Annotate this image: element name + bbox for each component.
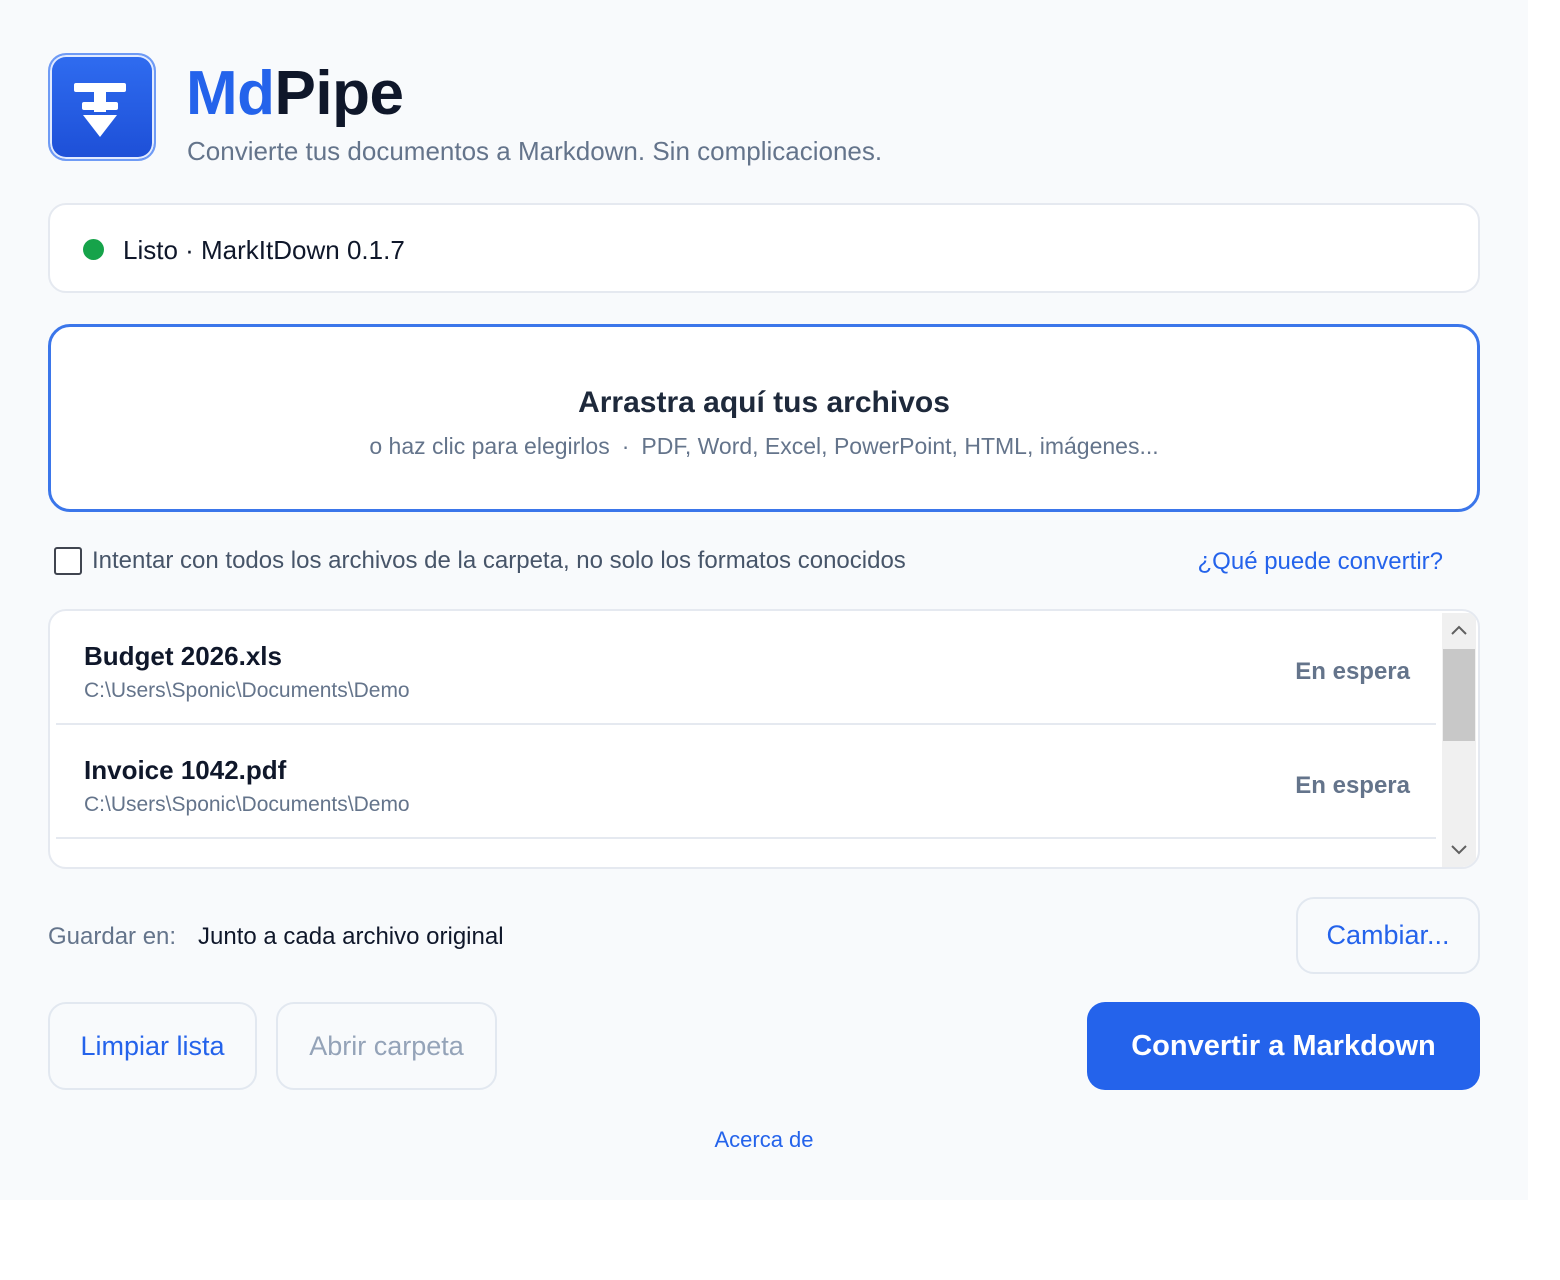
app-subtitle: Convierte tus documentos a Markdown. Sin… — [187, 136, 883, 166]
drop-zone-formats: PDF, Word, Excel, PowerPoint, HTML, imág… — [641, 433, 1159, 459]
scrollbar-thumb[interactable] — [1443, 649, 1475, 741]
status-indicator-dot — [83, 239, 104, 260]
app-logo — [48, 53, 156, 161]
supported-formats-link[interactable]: ¿Qué puede convertir? — [1198, 546, 1443, 578]
drop-zone-separator: · — [621, 433, 630, 459]
scroll-up-icon[interactable] — [1442, 613, 1476, 647]
drop-zone-title: Arrastra aquí tus archivos — [578, 386, 950, 419]
file-name: Invoice 1042.pdf — [84, 755, 287, 785]
save-location-label: Guardar en: — [48, 923, 177, 950]
status-card: Listo · MarkItDown 0.1.7 — [48, 203, 1480, 293]
drop-zone-subtitle: o haz clic para elegirlos · PDF, Word, Exc… — [51, 431, 1477, 461]
file-list-item[interactable]: Budget 2026.xls C:\Users\Sponic\Document… — [56, 611, 1436, 725]
save-location-value: Junto a cada archivo original — [198, 923, 504, 950]
file-list-scrollbar[interactable] — [1442, 613, 1476, 867]
file-list-item[interactable]: Invoice 1042.pdf C:\Users\Sponic\Documen… — [56, 725, 1436, 839]
file-path: C:\Users\Sponic\Documents\Demo — [84, 793, 410, 816]
drop-zone-hint: o haz clic para elegirlos — [369, 433, 610, 459]
file-list: Budget 2026.xls C:\Users\Sponic\Document… — [48, 609, 1480, 869]
all-files-checkbox-label[interactable]: Intentar con todos los archivos de la ca… — [92, 545, 906, 577]
all-files-checkbox[interactable] — [54, 547, 82, 575]
about-link[interactable]: Acerca de — [714, 1127, 813, 1152]
app-title-pipe: Pipe — [274, 59, 404, 128]
app-title: MdPipe — [186, 58, 404, 130]
file-path: C:\Users\Sponic\Documents\Demo — [84, 679, 410, 702]
scroll-down-icon[interactable] — [1442, 833, 1476, 867]
file-drop-zone[interactable]: Arrastra aquí tus archivos o haz clic pa… — [48, 324, 1480, 512]
convert-button[interactable]: Convertir a Markdown — [1087, 1002, 1480, 1090]
clear-list-button[interactable]: Limpiar lista — [48, 1002, 257, 1090]
open-folder-button[interactable]: Abrir carpeta — [276, 1002, 497, 1090]
app-window: MdPipe Convierte tus documentos a Markdo… — [0, 0, 1528, 1200]
status-text: Listo · MarkItDown 0.1.7 — [123, 235, 405, 265]
change-location-button[interactable]: Cambiar... — [1296, 897, 1480, 974]
file-status: En espera — [1295, 772, 1410, 799]
file-name: Budget 2026.xls — [84, 641, 282, 671]
about-link-row: Acerca de — [0, 1125, 1528, 1155]
file-status: En espera — [1295, 658, 1410, 685]
app-title-md: Md — [186, 59, 275, 128]
download-arrow-icon — [74, 83, 126, 137]
